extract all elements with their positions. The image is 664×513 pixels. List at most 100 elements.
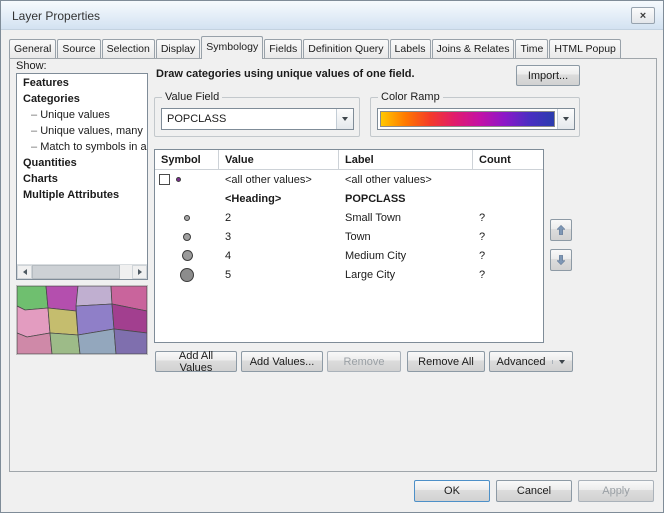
row-value: 3 <box>219 231 339 243</box>
tree-item-categories[interactable]: Categories <box>17 91 147 107</box>
row-symbol <box>155 250 219 261</box>
unique-values-table: SymbolValueLabelCount <all other values>… <box>154 149 544 343</box>
layer-preview-map <box>16 285 148 355</box>
chevron-down-icon <box>342 117 348 121</box>
add-all-values-label: Add All Values <box>162 350 230 374</box>
advanced-button[interactable]: Advanced <box>489 351 573 372</box>
tab-symbology[interactable]: Symbology <box>201 36 263 59</box>
add-all-values-button[interactable]: Add All Values <box>155 351 237 372</box>
value-table-header: SymbolValueLabelCount <box>155 150 543 170</box>
tab-time[interactable]: Time <box>515 39 548 58</box>
point-symbol-icon[interactable] <box>183 233 191 241</box>
row-symbol <box>155 215 219 221</box>
color-ramp-dropdown-button[interactable] <box>557 109 574 129</box>
row-count: ? <box>473 231 543 243</box>
table-row[interactable]: 5Large City? <box>155 265 543 284</box>
tab-fields[interactable]: Fields <box>264 39 302 58</box>
chevron-down-icon <box>563 117 569 121</box>
row-label: Medium City <box>339 250 473 262</box>
table-row[interactable]: 4Medium City? <box>155 246 543 265</box>
ok-button[interactable]: OK <box>414 480 490 502</box>
row-label: POPCLASS <box>339 193 473 205</box>
tab-html-popup[interactable]: HTML Popup <box>549 39 620 58</box>
remove-all-label: Remove All <box>418 356 474 368</box>
advanced-label: Advanced <box>497 356 546 368</box>
row-label: Town <box>339 231 473 243</box>
color-ramp-legend: Color Ramp <box>378 91 443 103</box>
tree-item-features[interactable]: Features <box>17 75 147 91</box>
row-symbol <box>155 268 219 282</box>
row-symbol <box>155 174 219 185</box>
value-field-combo[interactable]: POPCLASS <box>161 108 354 130</box>
scroll-left-button[interactable] <box>17 265 32 279</box>
point-symbol-icon[interactable] <box>176 177 181 182</box>
tree-item-quantities[interactable]: Quantities <box>17 155 147 171</box>
cancel-button[interactable]: Cancel <box>496 480 572 502</box>
value-field-selected: POPCLASS <box>167 113 226 125</box>
row-count: ? <box>473 212 543 224</box>
show-label: Show: <box>16 60 47 72</box>
scroll-left-icon <box>23 269 27 275</box>
point-symbol-icon[interactable] <box>184 215 190 221</box>
tree-item-unique-values[interactable]: Unique values <box>17 107 147 123</box>
tree-hscrollbar[interactable] <box>17 264 147 279</box>
column-header-symbol: Symbol <box>155 150 219 169</box>
color-ramp-combo[interactable] <box>377 108 575 130</box>
row-value: <Heading> <box>219 193 339 205</box>
row-value: 5 <box>219 269 339 281</box>
remove-button[interactable]: Remove <box>327 351 401 372</box>
row-value: 4 <box>219 250 339 262</box>
ok-label: OK <box>444 485 460 497</box>
import-button[interactable]: Import... <box>516 65 580 86</box>
window-title: Layer Properties <box>12 9 100 23</box>
import-button-label: Import... <box>528 70 568 82</box>
value-field-dropdown-button[interactable] <box>336 109 353 129</box>
scrollbar-track[interactable] <box>120 265 132 279</box>
tree-item-match-to-symbols-in-a[interactable]: Match to symbols in a <box>17 139 147 155</box>
scroll-right-button[interactable] <box>132 265 147 279</box>
tree-item-charts[interactable]: Charts <box>17 171 147 187</box>
symbology-tab-page: Show: FeaturesCategoriesUnique valuesUni… <box>9 58 657 472</box>
map-preview-image <box>17 286 147 354</box>
apply-label: Apply <box>602 485 630 497</box>
tab-source[interactable]: Source <box>57 39 100 58</box>
table-row[interactable]: 2Small Town? <box>155 208 543 227</box>
show-tree: FeaturesCategoriesUnique valuesUnique va… <box>16 73 148 280</box>
layer-properties-dialog: Layer Properties × GeneralSourceSelectio… <box>0 0 664 513</box>
row-label: <all other values> <box>339 174 473 186</box>
tree-item-multiple-attributes[interactable]: Multiple Attributes <box>17 187 147 203</box>
point-symbol-icon[interactable] <box>180 268 194 282</box>
tab-display[interactable]: Display <box>156 39 200 58</box>
column-header-count: Count <box>473 150 543 169</box>
table-row[interactable]: 3Town? <box>155 227 543 246</box>
tab-labels[interactable]: Labels <box>390 39 431 58</box>
row-label: Large City <box>339 269 473 281</box>
tab-joins-relates[interactable]: Joins & Relates <box>432 39 515 58</box>
row-count: ? <box>473 269 543 281</box>
scrollbar-thumb[interactable] <box>32 265 120 279</box>
tab-bar: GeneralSourceSelectionDisplaySymbologyFi… <box>9 35 659 59</box>
tab-general[interactable]: General <box>9 39 56 58</box>
row-count: ? <box>473 250 543 262</box>
column-header-label: Label <box>339 150 473 169</box>
tab-definition-query[interactable]: Definition Query <box>303 39 388 58</box>
move-up-button[interactable] <box>550 219 572 241</box>
value-table-rows: <all other values><all other values><Hea… <box>155 170 543 284</box>
table-row[interactable]: <Heading>POPCLASS <box>155 189 543 208</box>
row-symbol <box>155 233 219 241</box>
tree-item-unique-values-many[interactable]: Unique values, many <box>17 123 147 139</box>
move-down-button[interactable] <box>550 249 572 271</box>
cancel-label: Cancel <box>517 485 551 497</box>
symbol-checkbox[interactable] <box>159 174 170 185</box>
scroll-right-icon <box>138 269 142 275</box>
add-values-button[interactable]: Add Values... <box>241 351 323 372</box>
close-button[interactable]: × <box>631 7 655 24</box>
show-tree-items: FeaturesCategoriesUnique valuesUnique va… <box>17 75 147 263</box>
chevron-down-icon <box>559 360 565 364</box>
apply-button[interactable]: Apply <box>578 480 654 502</box>
value-field-group: Value Field POPCLASS <box>154 97 360 137</box>
table-row[interactable]: <all other values><all other values> <box>155 170 543 189</box>
tab-selection[interactable]: Selection <box>102 39 155 58</box>
remove-all-button[interactable]: Remove All <box>407 351 485 372</box>
point-symbol-icon[interactable] <box>182 250 193 261</box>
